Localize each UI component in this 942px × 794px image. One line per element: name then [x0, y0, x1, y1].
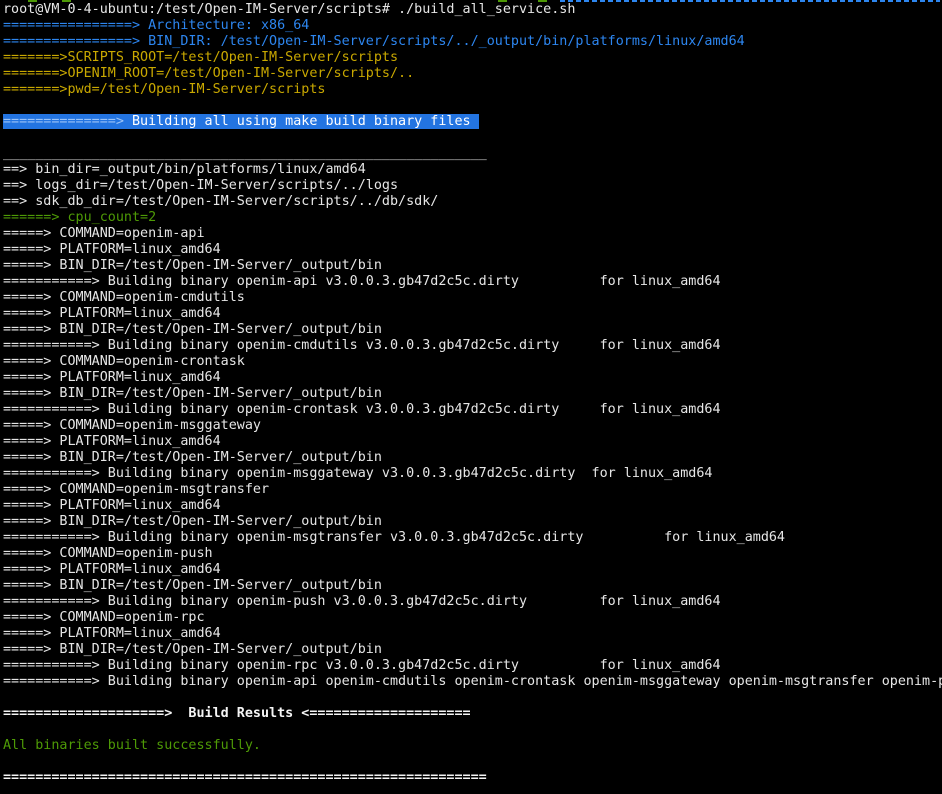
terminal-line: ===========> Building binary openim-msgt… — [3, 530, 942, 546]
terminal-line-text: =====> COMMAND=openim-msgtransfer — [3, 482, 269, 497]
terminal-line-text: ===========> Building binary openim-cron… — [3, 402, 721, 417]
terminal-line: ===========> Building binary openim-push… — [3, 594, 942, 610]
terminal-line: =======>OPENIM_ROOT=/test/Open-IM-Server… — [3, 66, 942, 82]
terminal-line: =====> PLATFORM=linux_amd64 — [3, 626, 942, 642]
terminal-line: ================> Architecture: x86_64 — [3, 18, 942, 34]
terminal-line-text: =====> PLATFORM=linux_amd64 — [3, 562, 221, 577]
terminal-line: ================> BIN_DIR: /test/Open-IM… — [3, 34, 942, 50]
terminal-line: ===========> Building binary openim-cron… — [3, 402, 942, 418]
terminal-line-text: =====> PLATFORM=linux_amd64 — [3, 498, 221, 513]
terminal-line-text: ===========> Building binary openim-push… — [3, 594, 721, 609]
terminal-line: =====> PLATFORM=linux_amd64 — [3, 306, 942, 322]
terminal-line-text: ===========> Building binary openim-rpc … — [3, 658, 721, 673]
terminal-line-text: =====> BIN_DIR=/test/Open-IM-Server/_out… — [3, 514, 382, 529]
terminal-line: ==> bin_dir=_output/bin/platforms/linux/… — [3, 162, 942, 178]
terminal-line: =======>pwd=/test/Open-IM-Server/scripts — [3, 82, 942, 98]
terminal-line — [3, 130, 942, 146]
terminal-line-text: ==> sdk_db_dir=/test/Open-IM-Server/scri… — [3, 194, 438, 209]
terminal-line — [3, 98, 942, 114]
terminal-line: ________________________________________… — [3, 146, 942, 162]
terminal-line: =====> BIN_DIR=/test/Open-IM-Server/_out… — [3, 386, 942, 402]
terminal-line: ===========> Building binary openim-rpc … — [3, 658, 942, 674]
terminal-line: =====> COMMAND=openim-msgtransfer — [3, 482, 942, 498]
terminal-screen[interactable]: root@VM-0-4-ubuntu:/test/Open-IM-Server/… — [0, 0, 942, 794]
terminal-line: =====> PLATFORM=linux_amd64 — [3, 242, 942, 258]
terminal-line-text: =====> COMMAND=openim-crontask — [3, 354, 245, 369]
terminal-line-text: =====> COMMAND=openim-api — [3, 226, 205, 241]
terminal-line: =====> COMMAND=openim-cmdutils — [3, 290, 942, 306]
terminal-line: =====> COMMAND=openim-crontask — [3, 354, 942, 370]
terminal-line: =====> PLATFORM=linux_amd64 — [3, 434, 942, 450]
terminal-line-text: =======>SCRIPTS_ROOT=/test/Open-IM-Serve… — [3, 50, 398, 65]
terminal-line: =======>SCRIPTS_ROOT=/test/Open-IM-Serve… — [3, 50, 942, 66]
terminal-line: =====> BIN_DIR=/test/Open-IM-Server/_out… — [3, 450, 942, 466]
terminal-line-text: ====================> Build Results <===… — [3, 706, 471, 721]
terminal-line: =====> PLATFORM=linux_amd64 — [3, 562, 942, 578]
terminal-line: =====> BIN_DIR=/test/Open-IM-Server/_out… — [3, 642, 942, 658]
terminal-line-text: =====> PLATFORM=linux_amd64 — [3, 626, 221, 641]
terminal-line: =====> BIN_DIR=/test/Open-IM-Server/_out… — [3, 258, 942, 274]
terminal-line: ===========> Building binary openim-cmdu… — [3, 338, 942, 354]
terminal-line: =====> COMMAND=openim-msggateway — [3, 418, 942, 434]
terminal-line-text: =====> BIN_DIR=/test/Open-IM-Server/_out… — [3, 642, 382, 657]
terminal-line-text: ===========> Building binary openim-msgt… — [3, 530, 785, 545]
terminal-line-text: ==============> — [3, 114, 124, 129]
terminal-line-text: =====> BIN_DIR=/test/Open-IM-Server/_out… — [3, 386, 382, 401]
terminal-line-text: =======>OPENIM_ROOT=/test/Open-IM-Server… — [3, 66, 414, 81]
terminal-line-text: root@VM-0-4-ubuntu:/test/Open-IM-Server/… — [3, 2, 575, 17]
terminal-line-text: All binaries built successfully. — [3, 738, 261, 753]
terminal-line: =====> BIN_DIR=/test/Open-IM-Server/_out… — [3, 322, 942, 338]
terminal-line-text: =====> BIN_DIR=/test/Open-IM-Server/_out… — [3, 450, 382, 465]
terminal-line: =====> BIN_DIR=/test/Open-IM-Server/_out… — [3, 514, 942, 530]
terminal-line: ========================================… — [3, 770, 942, 786]
terminal-line-text: =====> BIN_DIR=/test/Open-IM-Server/_out… — [3, 322, 382, 337]
terminal-line-text: =====> PLATFORM=linux_amd64 — [3, 242, 221, 257]
terminal-line — [3, 722, 942, 738]
terminal-line-text: ========================================… — [3, 770, 487, 785]
terminal-line-text: ===========> Building binary openim-msgg… — [3, 466, 712, 481]
terminal-line-text: ===========> Building binary openim-cmdu… — [3, 338, 721, 353]
terminal-line-text: ================> BIN_DIR: /test/Open-IM… — [3, 34, 745, 49]
terminal-line: All binaries built successfully. — [3, 738, 942, 754]
terminal-line-text: =====> COMMAND=openim-push — [3, 546, 213, 561]
terminal-line-text: =======>pwd=/test/Open-IM-Server/scripts — [3, 82, 325, 97]
terminal-line-text: =====> PLATFORM=linux_amd64 — [3, 370, 221, 385]
terminal-line-text: Building all using make build binary fil… — [124, 114, 479, 129]
terminal-line: ==> sdk_db_dir=/test/Open-IM-Server/scri… — [3, 194, 942, 210]
terminal-output: root@VM-0-4-ubuntu:/test/Open-IM-Server/… — [3, 2, 942, 786]
terminal-line-text: ===========> Building binary openim-api … — [3, 274, 721, 289]
terminal-line: ===========> Building binary openim-msgg… — [3, 466, 942, 482]
terminal-line-text: =====> BIN_DIR=/test/Open-IM-Server/_out… — [3, 258, 382, 273]
terminal-line-text: =====> COMMAND=openim-msggateway — [3, 418, 261, 433]
terminal-line-text: =====> BIN_DIR=/test/Open-IM-Server/_out… — [3, 578, 382, 593]
terminal-line: =====> BIN_DIR=/test/Open-IM-Server/_out… — [3, 578, 942, 594]
terminal-line-text: =====> COMMAND=openim-cmdutils — [3, 290, 245, 305]
terminal-line: =====> COMMAND=openim-push — [3, 546, 942, 562]
terminal-line-text: ________________________________________… — [3, 146, 487, 161]
terminal-line: ===========> Building binary openim-api … — [3, 274, 942, 290]
terminal-line: =====> COMMAND=openim-rpc — [3, 610, 942, 626]
terminal-line-text: =====> COMMAND=openim-rpc — [3, 610, 205, 625]
terminal-line-text: ================> Architecture: x86_64 — [3, 18, 309, 33]
terminal-line — [3, 754, 942, 770]
terminal-line-text: ==> logs_dir=/test/Open-IM-Server/script… — [3, 178, 398, 193]
terminal-line: ===========> Building binary openim-api … — [3, 674, 942, 690]
terminal-line-text: =====> PLATFORM=linux_amd64 — [3, 306, 221, 321]
terminal-line-text: ======> cpu_count=2 — [3, 210, 156, 225]
terminal-line: root@VM-0-4-ubuntu:/test/Open-IM-Server/… — [3, 2, 942, 18]
terminal-line: =====> PLATFORM=linux_amd64 — [3, 370, 942, 386]
terminal-line: ====================> Build Results <===… — [3, 706, 942, 722]
terminal-line: =====> COMMAND=openim-api — [3, 226, 942, 242]
terminal-line-text: =====> PLATFORM=linux_amd64 — [3, 434, 221, 449]
terminal-line: =====> PLATFORM=linux_amd64 — [3, 498, 942, 514]
terminal-line: ==> logs_dir=/test/Open-IM-Server/script… — [3, 178, 942, 194]
terminal-line-text: ===========> Building binary openim-api … — [3, 674, 942, 689]
terminal-line: ==============> Building all using make … — [3, 114, 942, 130]
terminal-line-text: ==> bin_dir=_output/bin/platforms/linux/… — [3, 162, 366, 177]
terminal-line — [3, 690, 942, 706]
terminal-line: ======> cpu_count=2 — [3, 210, 942, 226]
